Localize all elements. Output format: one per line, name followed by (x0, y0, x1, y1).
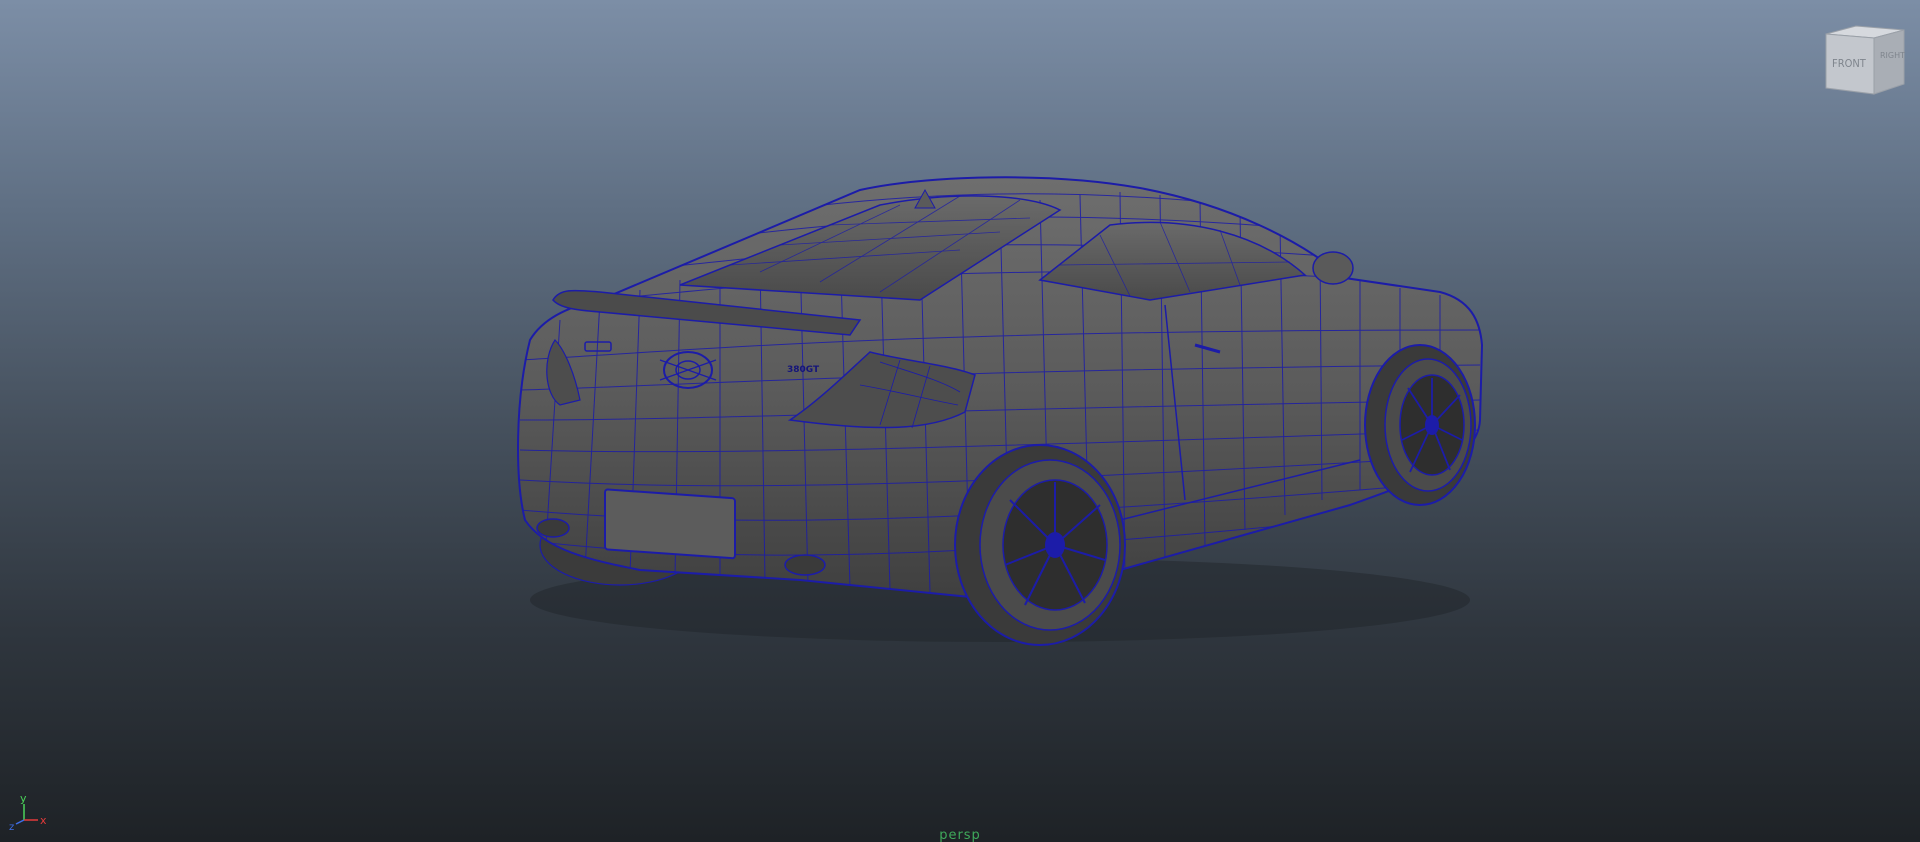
viewcube-right-label: RIGHT (1880, 51, 1905, 60)
car-model[interactable]: 380GT (0, 0, 1920, 842)
x-axis-label: x (40, 814, 47, 827)
viewcube[interactable]: FRONT RIGHT (1818, 22, 1908, 104)
camera-name-label: persp (939, 828, 981, 842)
viewcube-front-label: FRONT (1832, 57, 1867, 70)
y-axis-label: y (20, 792, 27, 805)
license-plate (604, 488, 736, 560)
axis-gizmo: y x z (8, 788, 52, 832)
exhaust-left (536, 518, 570, 538)
rear-right-wheel[interactable] (954, 444, 1126, 646)
3d-viewport[interactable]: 380GT FRONT RIGHT y x z persp (0, 0, 1920, 842)
viewcube-right-face[interactable] (1873, 29, 1905, 95)
front-right-wheel[interactable] (1364, 344, 1476, 506)
trunk-badge-text: 380GT (787, 365, 820, 375)
exhaust-right (784, 554, 826, 576)
z-axis-line (15, 819, 25, 825)
side-mirror (1312, 251, 1354, 285)
